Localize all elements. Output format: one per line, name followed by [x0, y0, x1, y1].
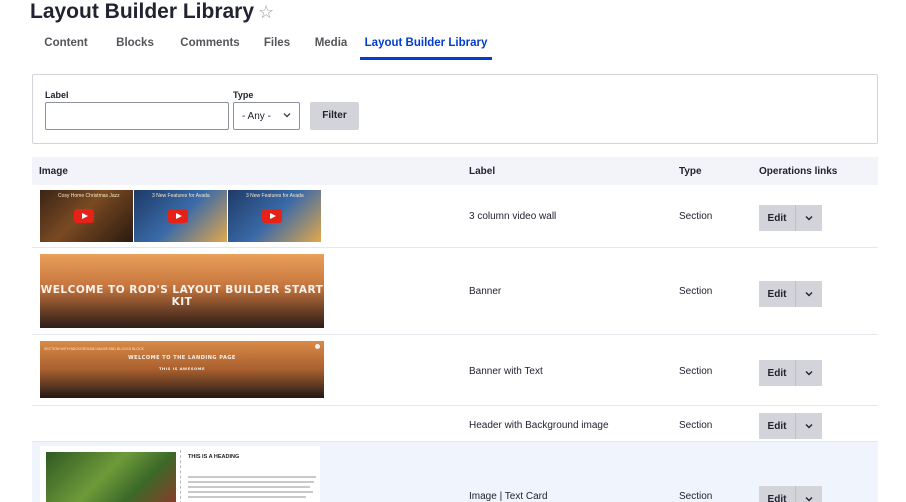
banner-thumbnail-text: WELCOME TO ROD'S LAYOUT BUILDER START KI… — [40, 284, 324, 308]
operations-dropbutton: Edit — [759, 360, 822, 386]
banner-subheading: THIS IS AWESOME — [158, 366, 206, 371]
operations-dropbutton: Edit — [759, 486, 822, 502]
star-icon[interactable]: ☆ — [258, 2, 274, 22]
table-row: Cosy Home Christmas Jazz 3 New Features … — [32, 185, 878, 248]
card-image — [46, 452, 176, 502]
chevron-down-icon — [283, 113, 291, 118]
page-title: Layout Builder Library ☆ — [30, 0, 274, 24]
video-thumb-2: 3 New Features for Avada — [134, 190, 227, 242]
table-header: Image Label Type Operations links — [32, 157, 878, 185]
type-select[interactable]: - Any - — [233, 102, 300, 130]
primary-tabs: Content Blocks Comments Files Media Layo… — [30, 30, 492, 60]
tab-comments[interactable]: Comments — [168, 30, 252, 60]
filter-button[interactable]: Filter — [310, 102, 359, 130]
video-title-2: 3 New Features for Avada — [152, 193, 210, 199]
edit-button[interactable]: Edit — [759, 281, 796, 307]
chevron-down-icon — [805, 216, 813, 221]
edit-button[interactable]: Edit — [759, 205, 796, 231]
operations-dropbutton: Edit — [759, 413, 822, 439]
tab-layout-builder-library[interactable]: Layout Builder Library — [360, 30, 492, 60]
chevron-down-icon — [805, 292, 813, 297]
banner-thumbnail: WELCOME TO ROD'S LAYOUT BUILDER START KI… — [40, 254, 324, 328]
row-label: Header with Background image — [469, 420, 609, 431]
tab-media[interactable]: Media — [302, 30, 360, 60]
dot-icon — [315, 344, 320, 349]
card-text-line — [188, 491, 313, 493]
operations-dropbutton: Edit — [759, 205, 822, 231]
card-text-line — [188, 476, 316, 478]
tab-content[interactable]: Content — [30, 30, 102, 60]
video-wall-thumbnail: Cosy Home Christmas Jazz 3 New Features … — [40, 190, 321, 242]
operations-toggle[interactable] — [796, 281, 822, 307]
card-text-line — [188, 481, 314, 483]
banner-small-text: SECTION WITH BACKGROUND IMAGE AND BLOCKS… — [44, 347, 144, 351]
card-text-line — [188, 496, 306, 498]
library-table: Image Label Type Operations links Cosy H… — [32, 157, 878, 502]
filter-form: Label Type - Any - Filter — [32, 74, 878, 144]
play-icon — [74, 209, 94, 223]
header-type: Type — [679, 166, 702, 177]
edit-button[interactable]: Edit — [759, 360, 796, 386]
card-heading: THIS IS A HEADING — [188, 454, 240, 460]
row-type: Section — [679, 491, 713, 502]
table-row: THIS IS A HEADING Image | Text Card Sect… — [32, 442, 878, 502]
card-text-line — [188, 486, 310, 488]
tab-blocks[interactable]: Blocks — [102, 30, 168, 60]
row-type: Section — [679, 420, 713, 431]
operations-dropbutton: Edit — [759, 281, 822, 307]
row-type: Section — [679, 366, 713, 377]
label-field-label: Label — [45, 90, 69, 100]
row-label: Image | Text Card — [469, 491, 548, 502]
edit-button[interactable]: Edit — [759, 486, 796, 502]
operations-toggle[interactable] — [796, 205, 822, 231]
chevron-down-icon — [805, 424, 813, 429]
page-title-text: Layout Builder Library — [30, 0, 255, 23]
row-type: Section — [679, 286, 713, 297]
row-type: Section — [679, 211, 713, 222]
operations-toggle[interactable] — [796, 486, 822, 502]
video-thumb-3: 3 New Features for Avada — [228, 190, 321, 242]
label-input[interactable] — [45, 102, 229, 130]
operations-toggle[interactable] — [796, 360, 822, 386]
row-label: Banner — [469, 286, 502, 297]
type-select-value: - Any - — [242, 111, 271, 122]
header-label: Label — [469, 166, 496, 177]
play-icon — [262, 209, 282, 223]
tab-files[interactable]: Files — [252, 30, 302, 60]
row-label: Banner with Text — [469, 366, 543, 377]
type-field-label: Type — [233, 90, 254, 100]
header-operations: Operations links — [759, 166, 838, 177]
play-icon — [168, 209, 188, 223]
video-thumb-1: Cosy Home Christmas Jazz — [40, 190, 133, 242]
banner-with-text-thumbnail: SECTION WITH BACKGROUND IMAGE AND BLOCKS… — [40, 341, 324, 398]
video-title-3: 3 New Features for Avada — [246, 193, 304, 199]
table-row: SECTION WITH BACKGROUND IMAGE AND BLOCKS… — [32, 335, 878, 406]
edit-button[interactable]: Edit — [759, 413, 796, 439]
table-row: Header with Background image Section Edi… — [32, 406, 878, 442]
row-label: 3 column video wall — [469, 211, 557, 222]
operations-toggle[interactable] — [796, 413, 822, 439]
chevron-down-icon — [805, 497, 813, 502]
image-text-card-thumbnail: THIS IS A HEADING — [40, 446, 320, 502]
chevron-down-icon — [805, 371, 813, 376]
card-divider — [180, 450, 181, 502]
table-row: WELCOME TO ROD'S LAYOUT BUILDER START KI… — [32, 248, 878, 335]
header-image: Image — [39, 166, 68, 177]
banner-heading: WELCOME TO THE LANDING PAGE — [128, 355, 236, 361]
video-title-1: Cosy Home Christmas Jazz — [58, 193, 120, 199]
